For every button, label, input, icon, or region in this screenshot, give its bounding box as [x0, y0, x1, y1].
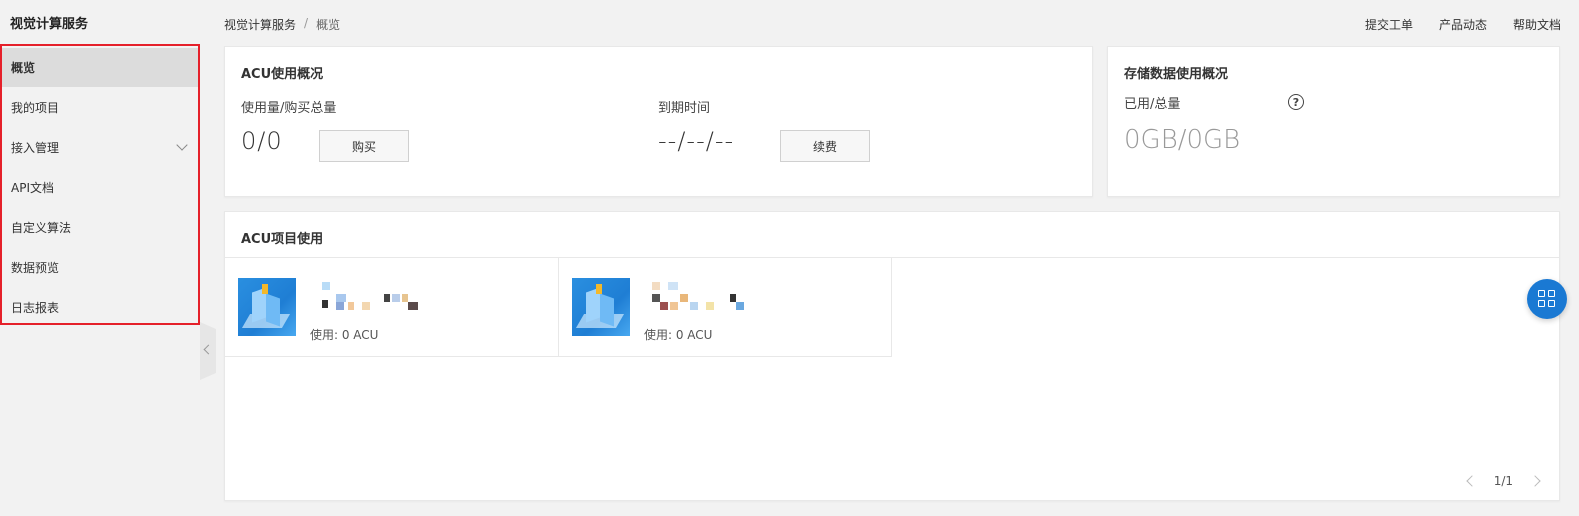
page-indicator: 1/1 [1493, 474, 1513, 488]
project-thumbnail [238, 278, 296, 336]
acu-overview-card: ACU使用概况 使用量/购买总量 0/0 购买 到期时间 --/--/-- 续费 [224, 46, 1093, 197]
sidebar-item-overview[interactable]: 概览 [2, 48, 198, 87]
buy-button[interactable]: 购买 [319, 130, 409, 162]
top-links: 提交工单 产品动态 帮助文档 [1365, 16, 1561, 33]
breadcrumb: 视觉计算服务 / 概览 [224, 16, 340, 33]
project-thumbnail [572, 278, 630, 336]
submit-ticket-link[interactable]: 提交工单 [1365, 16, 1413, 33]
project-name-redacted [644, 282, 774, 318]
acu-projects-title: ACU项目使用 [241, 232, 324, 247]
question-circle-icon[interactable]: ? [1288, 94, 1304, 110]
storage-overview-title: 存储数据使用概况 [1124, 67, 1229, 82]
project-tile[interactable]: 使用: 0 ACU [225, 258, 559, 357]
sidebar-item-label: 自定义算法 [11, 221, 72, 235]
breadcrumb-separator: / [304, 16, 309, 30]
expiry-label: 到期时间 [658, 101, 711, 116]
chevron-right-icon[interactable] [1529, 475, 1541, 487]
sidebar-item-label: API文档 [11, 181, 54, 195]
sidebar-collapse-handle[interactable] [200, 322, 216, 380]
project-tile[interactable]: 使用: 0 ACU [559, 258, 892, 357]
sidebar-item-my-projects[interactable]: 我的项目 [2, 88, 198, 127]
sidebar-item-label: 我的项目 [11, 101, 60, 115]
product-news-link[interactable]: 产品动态 [1439, 16, 1487, 33]
project-usage: 使用: 0 ACU [310, 328, 379, 342]
sidebar-nav: 概览 我的项目 接入管理 API文档 自定义算法 数据预览 日志报表 [0, 44, 200, 325]
expiry-value: --/--/-- [658, 127, 735, 155]
float-apps-button[interactable] [1527, 279, 1567, 319]
sidebar-item-custom-algorithm[interactable]: 自定义算法 [2, 208, 198, 247]
sidebar-item-api-docs[interactable]: API文档 [2, 168, 198, 207]
renew-button[interactable]: 续费 [780, 130, 870, 162]
sidebar-item-label: 接入管理 [11, 141, 60, 155]
acu-projects-card: ACU项目使用 使用: 0 ACU 使用: 0 ACU 1/1 [224, 211, 1560, 501]
storage-value: 0GB/0GB [1124, 125, 1241, 155]
storage-used-label: 已用/总量 [1124, 97, 1181, 112]
pagination: 1/1 [1466, 474, 1541, 488]
sidebar-item-label: 日志报表 [11, 301, 60, 315]
sidebar-item-label: 概览 [11, 61, 36, 75]
sidebar-item-log-reports[interactable]: 日志报表 [2, 288, 198, 327]
chevron-left-icon[interactable] [1466, 475, 1478, 487]
top-bar: 视觉计算服务 / 概览 提交工单 产品动态 帮助文档 [200, 0, 1579, 46]
project-name-redacted [310, 282, 440, 318]
sidebar-title: 视觉计算服务 [10, 17, 89, 32]
usage-value: 0/0 [241, 127, 283, 155]
help-docs-link[interactable]: 帮助文档 [1513, 16, 1561, 33]
breadcrumb-root[interactable]: 视觉计算服务 [224, 16, 296, 33]
storage-overview-card: 存储数据使用概况 已用/总量 ? 0GB/0GB [1107, 46, 1560, 197]
acu-overview-title: ACU使用概况 [241, 67, 324, 82]
chevron-down-icon [176, 139, 188, 151]
chevron-left-icon [203, 344, 214, 355]
sidebar: 视觉计算服务 概览 我的项目 接入管理 API文档 自定义算法 数据预览 日志报… [0, 0, 200, 516]
sidebar-item-data-preview[interactable]: 数据预览 [2, 248, 198, 287]
project-usage: 使用: 0 ACU [644, 328, 713, 342]
sidebar-item-label: 数据预览 [11, 261, 60, 275]
usage-label: 使用量/购买总量 [241, 101, 337, 116]
sidebar-item-access-management[interactable]: 接入管理 [2, 128, 198, 167]
breadcrumb-current: 概览 [316, 18, 341, 32]
